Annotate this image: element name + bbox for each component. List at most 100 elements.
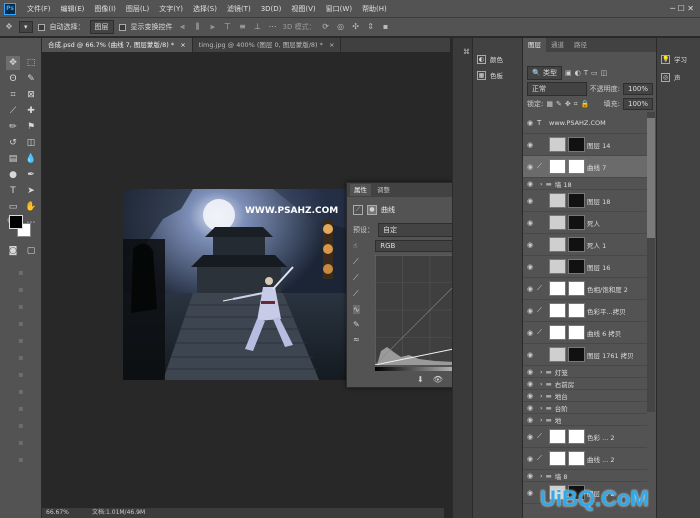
move-tool-icon[interactable]: ✥ xyxy=(6,56,20,70)
learn-button[interactable]: 💡 学习 xyxy=(661,54,687,64)
edit-points-icon[interactable]: ∿ xyxy=(353,305,360,314)
stamp-tool-icon[interactable]: ⚑ xyxy=(24,120,38,134)
eyedropper-gray-icon[interactable]: ⟋ xyxy=(353,273,360,283)
fill-input[interactable]: 100% xyxy=(622,98,653,110)
view-previous-icon[interactable]: 👁 xyxy=(433,375,443,384)
align-bottom-icon[interactable]: ⊥ xyxy=(253,22,263,32)
healing-brush-tool-icon[interactable]: ✚ xyxy=(24,104,38,118)
clip-to-layer-icon[interactable]: ⬇ xyxy=(417,375,424,384)
filter-pixel-icon[interactable]: ▣ xyxy=(565,69,572,77)
visibility-eye-icon[interactable]: ◉ xyxy=(523,416,537,424)
status-arrow-icon[interactable]: › xyxy=(138,508,140,518)
visibility-eye-icon[interactable]: ◉ xyxy=(523,163,537,171)
window-controls[interactable]: ─ ☐ ✕ xyxy=(670,4,700,13)
layer-row[interactable]: ◉ ⟋ 色彩 ... 2 xyxy=(523,426,647,448)
align-right-icon[interactable]: ⫸ xyxy=(208,22,218,32)
layer-row[interactable]: ◉ 图层 1761 拷贝 xyxy=(523,344,647,366)
menu-select[interactable]: 选择(S) xyxy=(188,4,222,14)
eraser-tool-icon[interactable]: ◫ xyxy=(24,136,38,150)
tab-composite[interactable]: 合成.psd @ 66.7% (曲线 7, 图层蒙版/8) * × xyxy=(42,38,193,52)
visibility-eye-icon[interactable]: ◉ xyxy=(523,329,537,337)
align-left-icon[interactable]: ⫷ xyxy=(178,22,188,32)
layer-row[interactable]: ◉ Twww.PSAHZ.COM xyxy=(523,112,647,134)
visibility-eye-icon[interactable]: ◉ xyxy=(523,241,537,249)
lock-all-icon[interactable]: 🔒 xyxy=(581,100,590,108)
layer-row[interactable]: ◉ 图层 14 xyxy=(523,134,647,156)
visibility-eye-icon[interactable]: ◉ xyxy=(523,380,537,388)
lock-position-icon[interactable]: ✥ xyxy=(565,100,571,108)
layer-mask-thumbnail[interactable] xyxy=(568,347,585,362)
draw-curve-icon[interactable]: ✎ xyxy=(353,320,360,329)
history-icon[interactable]: ⌘ xyxy=(463,48,470,56)
align-top-icon[interactable]: ⊤ xyxy=(223,22,233,32)
layer-mask-thumbnail[interactable] xyxy=(568,429,585,444)
menu-view[interactable]: 视图(V) xyxy=(286,4,320,14)
sound-button[interactable]: ◎ 声 xyxy=(661,72,681,82)
dodge-tool-icon[interactable]: ● xyxy=(6,168,20,182)
eyedropper-black-icon[interactable]: ⟋ xyxy=(353,257,360,267)
marquee-tool-icon[interactable]: ⬚ xyxy=(24,56,38,70)
hand-tool-icon[interactable]: ✋ xyxy=(24,200,38,214)
mask-icon[interactable]: ● xyxy=(367,205,377,215)
expand-arrow-icon[interactable]: › xyxy=(540,180,543,188)
layer-row[interactable]: ◉ ⟋ 色彩平...拷贝 xyxy=(523,300,647,322)
transform-controls-checkbox[interactable] xyxy=(118,23,126,31)
expand-arrow-icon[interactable]: › xyxy=(540,380,543,388)
3d-scale-icon[interactable]: ▪ xyxy=(381,22,391,32)
layer-mask-thumbnail[interactable] xyxy=(568,325,585,340)
menu-help[interactable]: 帮助(H) xyxy=(357,4,392,14)
expand-arrow-icon[interactable]: › xyxy=(540,416,543,424)
path-select-tool-icon[interactable]: ➤ xyxy=(24,184,38,198)
3d-drag-icon[interactable]: ✣ xyxy=(351,22,361,32)
layer-row[interactable]: ◉ ⟋ 曲线 7 xyxy=(523,156,647,178)
brush-tool-icon[interactable]: ✏ xyxy=(6,120,20,134)
menu-edit[interactable]: 编辑(E) xyxy=(56,4,90,14)
visibility-eye-icon[interactable]: ◉ xyxy=(523,368,537,376)
menu-3d[interactable]: 3D(D) xyxy=(256,5,287,13)
frame-tool-icon[interactable]: ⊠ xyxy=(24,88,38,102)
gradient-tool-icon[interactable]: ▤ xyxy=(6,152,20,166)
layer-mask-thumbnail[interactable] xyxy=(568,215,585,230)
lock-image-icon[interactable]: ✎ xyxy=(556,100,562,108)
screen-mode-icon[interactable]: ▢ xyxy=(24,244,38,258)
align-middle-icon[interactable]: ≡ xyxy=(238,22,248,32)
layer-mask-thumbnail[interactable] xyxy=(568,159,585,174)
visibility-eye-icon[interactable]: ◉ xyxy=(523,119,537,127)
layer-group-row[interactable]: ◉ › ▬ 地 xyxy=(523,414,647,426)
smooth-curve-icon[interactable]: ≈ xyxy=(353,335,360,344)
menu-window[interactable]: 窗口(W) xyxy=(321,4,357,14)
layer-row[interactable]: ◉ 图层 16 xyxy=(523,256,647,278)
type-tool-icon[interactable]: T xyxy=(6,184,20,198)
quick-select-tool-icon[interactable]: ✎ xyxy=(24,72,38,86)
filter-adjust-icon[interactable]: ◐ xyxy=(575,69,581,77)
on-image-adjust-icon[interactable]: ☝ xyxy=(353,242,357,250)
eyedropper-tool-icon[interactable]: ⟋ xyxy=(6,104,20,118)
3d-rotate-icon[interactable]: ⟳ xyxy=(321,22,331,32)
tab-adjustments[interactable]: 调整 xyxy=(373,184,394,196)
layer-row[interactable]: ◉ 死人 1 xyxy=(523,234,647,256)
blend-mode-dropdown[interactable]: 正常 xyxy=(527,82,587,96)
layer-filter-dropdown[interactable]: 🔍 类型 xyxy=(527,66,562,80)
opacity-input[interactable]: 100% xyxy=(622,83,653,95)
layer-row[interactable]: ◉ 图层 18 xyxy=(523,190,647,212)
menu-layer[interactable]: 图层(L) xyxy=(121,4,154,14)
filter-shape-icon[interactable]: ▭ xyxy=(591,69,598,77)
layer-group-row[interactable]: ◉ › ▬ 右前房 xyxy=(523,378,647,390)
layer-mask-thumbnail[interactable] xyxy=(568,237,585,252)
layer-row[interactable]: ◉ ⟋ 色相/饱和度 2 xyxy=(523,278,647,300)
menu-file[interactable]: 文件(F) xyxy=(22,4,56,14)
pen-tool-icon[interactable]: ✒ xyxy=(24,168,38,182)
menu-filter[interactable]: 滤镜(T) xyxy=(222,4,256,14)
dock-collapse-strip[interactable] xyxy=(452,38,462,518)
eyedropper-white-icon[interactable]: ⟋ xyxy=(353,289,360,299)
expand-arrow-icon[interactable]: › xyxy=(540,368,543,376)
tab-layers[interactable]: 图层 xyxy=(523,38,546,52)
visibility-eye-icon[interactable]: ◉ xyxy=(523,433,537,441)
blur-tool-icon[interactable]: 💧 xyxy=(24,152,38,166)
visibility-eye-icon[interactable]: ◉ xyxy=(523,351,537,359)
zoom-level[interactable]: 66.67% xyxy=(46,508,69,518)
lock-artboard-icon[interactable]: ⌗ xyxy=(574,100,578,109)
document-canvas[interactable]: WWW.PSAHZ.COM xyxy=(123,189,347,380)
visibility-eye-icon[interactable]: ◉ xyxy=(523,455,537,463)
lasso-tool-icon[interactable]: ʘ xyxy=(6,72,20,86)
